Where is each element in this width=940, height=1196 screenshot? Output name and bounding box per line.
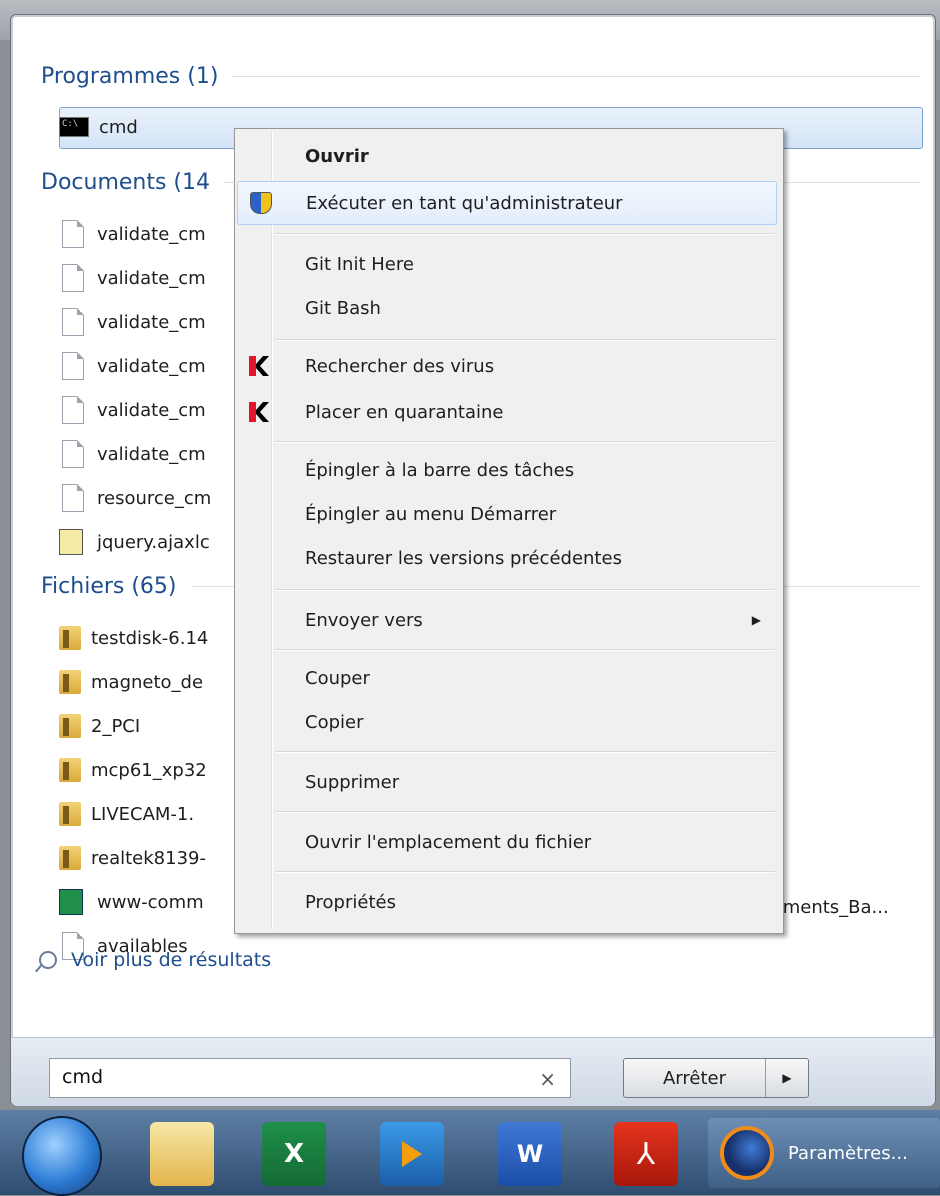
menu-item-copy[interactable]: Copier [237, 701, 779, 743]
see-more-results-link[interactable]: Voir plus de résultats [39, 945, 271, 975]
submenu-arrow-icon: ▶ [751, 613, 761, 627]
menu-item-git-bash[interactable]: Git Bash [237, 287, 779, 329]
menu-item-scan-virus[interactable]: Rechercher des virus [237, 345, 779, 387]
menu-separator [275, 339, 775, 341]
document-icon [62, 352, 84, 380]
uac-shield-icon [250, 192, 272, 214]
menu-separator [275, 649, 775, 651]
clear-search-icon[interactable]: × [539, 1067, 556, 1091]
menu-separator [275, 589, 775, 591]
document-icon [62, 440, 84, 468]
document-icon [62, 308, 84, 336]
document-icon [62, 484, 84, 512]
file-result[interactable]: LIVECAM-1. [59, 795, 194, 833]
section-title: Fichiers (65) [41, 573, 177, 599]
word-icon[interactable]: W [498, 1122, 562, 1186]
document-result[interactable]: validate_cm [59, 215, 206, 253]
acrobat-icon[interactable]: ⅄ [614, 1122, 678, 1186]
file-result[interactable]: 2_PCI [59, 707, 140, 745]
menu-item-open[interactable]: Ouvrir [237, 135, 779, 177]
file-result[interactable]: mcp61_xp32 [59, 751, 207, 789]
file-result[interactable]: realtek8139- [59, 839, 206, 877]
document-result[interactable]: validate_cm [59, 259, 206, 297]
menu-separator [275, 233, 775, 235]
shutdown-options-arrow-icon[interactable]: ▶ [766, 1059, 808, 1097]
menu-item-delete[interactable]: Supprimer [237, 761, 779, 803]
archive-folder-icon [59, 626, 81, 650]
document-result[interactable]: validate_cm [59, 303, 206, 341]
script-icon [59, 529, 83, 555]
shutdown-button[interactable]: Arrêter [624, 1059, 766, 1097]
menu-item-properties[interactable]: Propriétés [237, 881, 779, 923]
cmd-icon [59, 117, 89, 137]
document-result[interactable]: validate_cm [59, 435, 206, 473]
context-menu: Ouvrir Exécuter en tant qu'administrateu… [234, 128, 784, 934]
section-title: Programmes (1) [41, 63, 219, 89]
menu-separator [275, 751, 775, 753]
document-icon [62, 264, 84, 292]
program-result-cmd[interactable]: cmd [59, 108, 138, 146]
excel-icon[interactable]: X [262, 1122, 326, 1186]
start-orb-icon[interactable] [22, 1116, 102, 1196]
menu-item-restore-versions[interactable]: Restaurer les versions précédentes [237, 537, 779, 579]
archive-folder-icon [59, 670, 81, 694]
document-result[interactable]: resource_cm [59, 479, 211, 517]
menu-separator [275, 441, 775, 443]
menu-item-send-to[interactable]: Envoyer vers ▶ [237, 599, 779, 641]
shutdown-split-button[interactable]: Arrêter ▶ [623, 1058, 809, 1098]
file-result[interactable]: testdisk-6.14 [59, 619, 208, 657]
kaspersky-icon [249, 356, 269, 376]
file-result[interactable]: www-comm [59, 883, 204, 921]
archive-folder-icon [59, 714, 81, 738]
document-result[interactable]: validate_cm [59, 347, 206, 385]
archive-folder-icon [59, 802, 81, 826]
menu-separator [275, 871, 775, 873]
menu-item-cut[interactable]: Couper [237, 657, 779, 699]
menu-separator [275, 811, 775, 813]
section-header-programs: Programmes (1) [41, 61, 921, 91]
document-result[interactable]: jquery.ajaxlc [59, 523, 210, 561]
menu-item-pin-taskbar[interactable]: Épingler à la barre des tâches [237, 449, 779, 491]
media-player-icon[interactable] [380, 1122, 444, 1186]
firefox-taskbar-button[interactable]: Paramètres... [708, 1118, 940, 1188]
menu-item-quarantine[interactable]: Placer en quarantaine [237, 391, 779, 433]
section-title: Documents (14 [41, 169, 211, 195]
archive-folder-icon [59, 758, 81, 782]
file-explorer-icon[interactable] [150, 1122, 214, 1186]
search-box[interactable]: × [49, 1058, 571, 1098]
document-icon [62, 396, 84, 424]
menu-item-run-as-admin[interactable]: Exécuter en tant qu'administrateur [237, 181, 777, 225]
menu-item-git-init[interactable]: Git Init Here [237, 243, 779, 285]
menu-item-open-location[interactable]: Ouvrir l'emplacement du fichier [237, 821, 779, 863]
archive-folder-icon [59, 846, 81, 870]
document-result[interactable]: validate_cm [59, 391, 206, 429]
search-input[interactable] [50, 1059, 544, 1095]
kaspersky-icon [249, 402, 269, 422]
menu-item-pin-start[interactable]: Épingler au menu Démarrer [237, 493, 779, 535]
taskbar: X W ⅄ Paramètres... [0, 1110, 940, 1196]
file-result[interactable]: magneto_de [59, 663, 203, 701]
excel-file-icon [59, 889, 83, 915]
search-icon [39, 951, 57, 969]
document-icon [62, 220, 84, 248]
search-bar-area: × Arrêter ▶ [11, 1037, 935, 1106]
firefox-icon [720, 1126, 774, 1180]
